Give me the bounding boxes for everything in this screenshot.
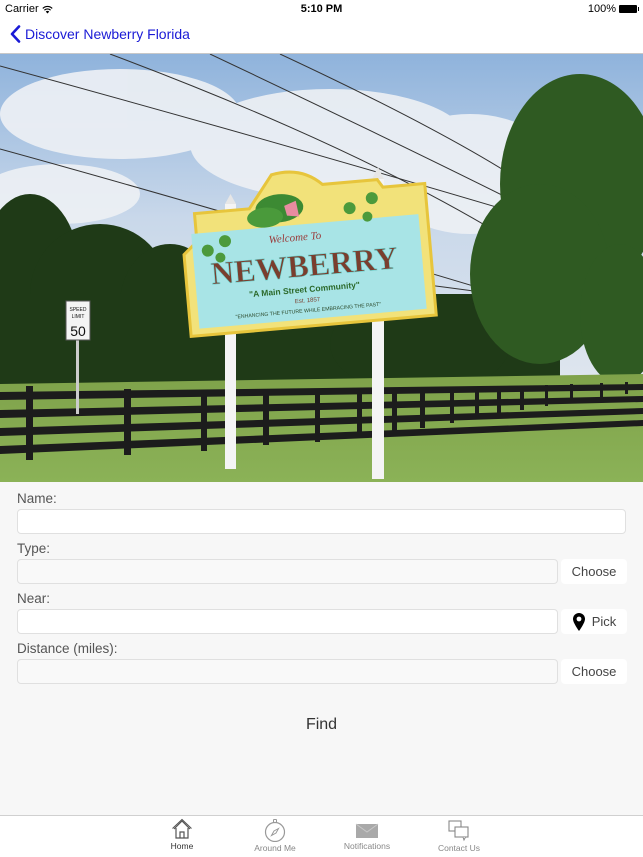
back-button-label: Discover Newberry Florida	[25, 26, 190, 42]
envelope-icon	[355, 823, 379, 838]
battery-percent: 100%	[587, 3, 616, 15]
tab-contact-us-label: Contact Us	[437, 843, 481, 853]
name-input[interactable]	[17, 509, 626, 534]
map-pin-icon	[572, 612, 585, 631]
distance-choose-button[interactable]: Choose	[561, 659, 627, 684]
tab-notifications[interactable]: Notifications	[327, 818, 407, 851]
clock: 5:10 PM	[300, 3, 343, 15]
tab-notifications-label: Notifications	[343, 841, 391, 851]
status-bar: Carrier 5:10 PM 100%	[0, 0, 643, 20]
find-button-label: Find	[305, 716, 338, 733]
battery-icon	[619, 5, 639, 13]
near-label: Near:	[17, 591, 51, 606]
chat-bubbles-icon	[448, 820, 469, 842]
tab-home[interactable]: Home	[142, 818, 222, 851]
type-label: Type:	[17, 541, 51, 556]
compass-icon	[264, 819, 286, 842]
type-choose-button[interactable]: Choose	[561, 559, 627, 584]
tab-bar: Home Around Me Notifications Contact Us	[0, 815, 643, 857]
hero-photo: SPEED LIMIT 50 Welcome To NEWBERRY "A Ma…	[0, 54, 643, 482]
newberry-sign-photo: SPEED LIMIT 50 Welcome To NEWBERRY "A Ma…	[0, 54, 643, 482]
speed-sign-value: 50	[70, 323, 86, 339]
search-form: Name: Type: Choose Near: Pick Distance (…	[0, 482, 643, 815]
near-input[interactable]	[17, 609, 558, 634]
navigation-bar: Discover Newberry Florida	[0, 20, 643, 54]
near-pick-button[interactable]: Pick	[561, 609, 627, 634]
name-label: Name:	[17, 491, 57, 506]
distance-input[interactable]	[17, 659, 558, 684]
tab-around-me[interactable]: Around Me	[235, 818, 315, 853]
battery-indicator: 100%	[587, 3, 639, 15]
speed-sign-line2: LIMIT	[72, 314, 85, 320]
tab-home-label: Home	[170, 841, 194, 851]
distance-choose-label: Choose	[571, 664, 617, 679]
type-input[interactable]	[17, 559, 558, 584]
back-button[interactable]: Discover Newberry Florida	[10, 25, 190, 43]
distance-label: Distance (miles):	[17, 641, 118, 656]
type-choose-label: Choose	[571, 564, 617, 579]
find-button[interactable]: Find	[0, 714, 643, 736]
chevron-left-icon	[10, 25, 21, 43]
speed-sign-line1: SPEED	[70, 307, 87, 313]
tab-contact-us[interactable]: Contact Us	[419, 818, 499, 853]
tab-around-me-label: Around Me	[254, 843, 296, 853]
near-pick-label: Pick	[591, 614, 617, 629]
home-icon	[172, 818, 192, 839]
